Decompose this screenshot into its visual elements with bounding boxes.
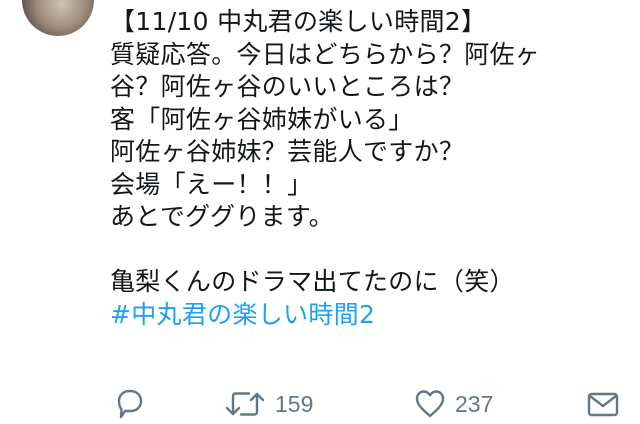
retweet-icon (223, 387, 267, 421)
like-count: 237 (455, 390, 494, 417)
tweet-line: あとでググります。 (110, 202, 334, 231)
tweet-line: 谷？阿佐ヶ谷のいいところは？ (110, 72, 465, 101)
tweet-line: 阿佐ヶ谷姉妹？芸能人ですか？ (110, 137, 465, 166)
reply-button[interactable] (113, 384, 147, 424)
like-button[interactable]: 237 (413, 384, 493, 424)
retweet-count: 159 (275, 390, 314, 417)
direct-message-button[interactable] (586, 384, 620, 424)
reply-icon (113, 387, 147, 421)
retweet-button[interactable]: 159 (223, 384, 313, 424)
tweet-line: 会場「えー！！」 (110, 169, 313, 199)
tweet-line: 亀梨くんのドラマ出てたのに（笑） (110, 267, 515, 296)
tweet-actions: 159 237 (0, 384, 640, 424)
avatar[interactable] (22, 0, 94, 36)
tweet-line: 【11/10 中丸君の楽しい時間2】 (110, 7, 487, 36)
tweet-line: 客「阿佐ヶ谷姉妹がいる」 (110, 104, 414, 134)
tweet-line: 質疑応答。今日はどちらから？阿佐ヶ (110, 39, 541, 69)
hashtag-link[interactable]: #中丸君の楽しい時間2 (110, 299, 630, 332)
envelope-icon (586, 387, 620, 421)
tweet-text: 【11/10 中丸君の楽しい時間2】 質疑応答。今日はどちらから？阿佐ヶ 谷？阿… (110, 6, 630, 331)
heart-icon (413, 387, 447, 421)
